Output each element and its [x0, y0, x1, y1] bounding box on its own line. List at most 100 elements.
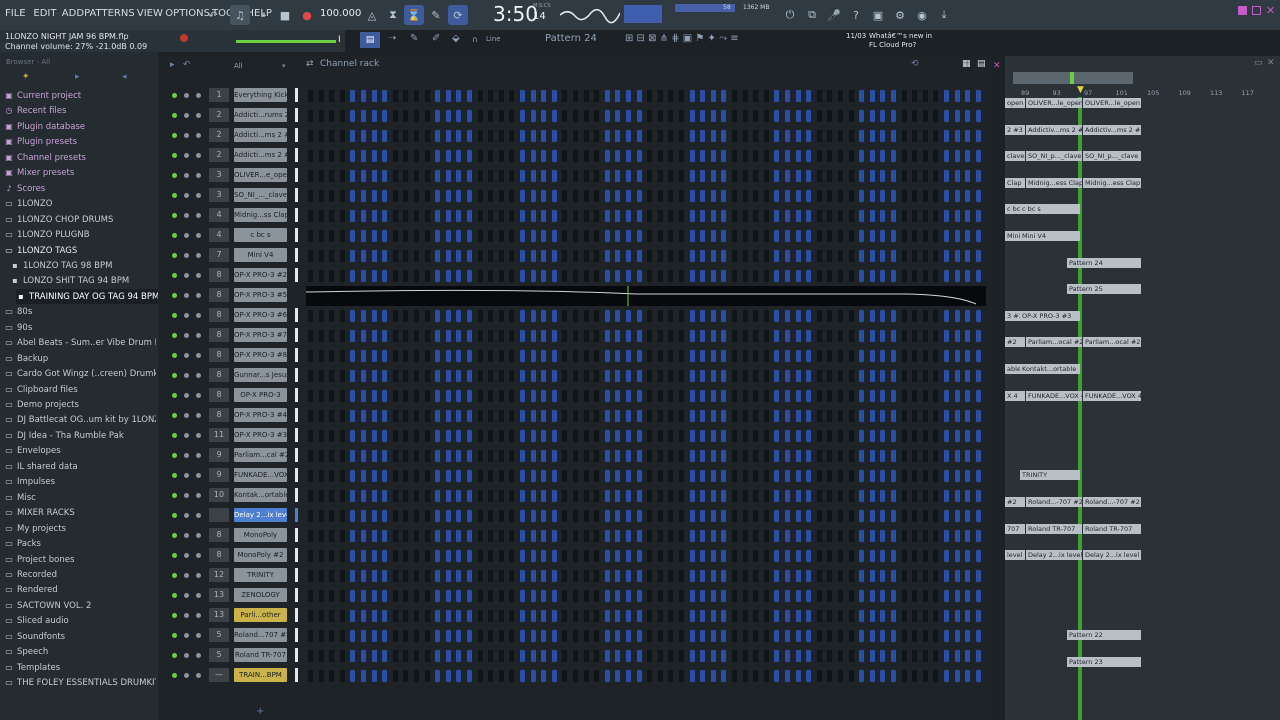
- step-button[interactable]: [403, 330, 409, 342]
- step-button[interactable]: [371, 650, 377, 662]
- step-button[interactable]: [626, 570, 631, 582]
- step-button[interactable]: [551, 230, 557, 242]
- step-button[interactable]: [657, 370, 663, 382]
- step-button[interactable]: [753, 190, 759, 202]
- step-button[interactable]: [753, 170, 759, 182]
- step-button[interactable]: [594, 470, 600, 482]
- step-button[interactable]: [573, 330, 578, 342]
- step-button[interactable]: [371, 590, 377, 602]
- step-button[interactable]: [785, 430, 790, 442]
- channel-mute-led[interactable]: [172, 193, 177, 198]
- step-button[interactable]: [403, 310, 409, 322]
- step-button[interactable]: [562, 90, 568, 102]
- step-button[interactable]: [530, 550, 536, 562]
- step-button[interactable]: [668, 110, 674, 122]
- step-button[interactable]: [975, 530, 981, 542]
- loop-record-icon[interactable]: ⟳: [448, 5, 468, 25]
- step-button[interactable]: [382, 450, 388, 462]
- step-button[interactable]: [361, 510, 366, 522]
- step-button[interactable]: [594, 450, 600, 462]
- step-button[interactable]: [488, 470, 494, 482]
- rack-undo-icon[interactable]: ↶: [183, 60, 191, 70]
- step-button[interactable]: [445, 670, 451, 682]
- rack-options-icon[interactable]: ▸: [170, 60, 175, 70]
- step-button[interactable]: [615, 670, 621, 682]
- step-button[interactable]: [435, 610, 441, 622]
- step-button[interactable]: [361, 270, 366, 282]
- step-button[interactable]: [456, 670, 462, 682]
- step-button[interactable]: [604, 310, 610, 322]
- step-button[interactable]: [530, 350, 536, 362]
- step-button[interactable]: [477, 90, 483, 102]
- channel-pan-knob[interactable]: [184, 453, 189, 458]
- step-button[interactable]: [573, 590, 578, 602]
- channel-select-bar[interactable]: [295, 608, 298, 622]
- step-button[interactable]: [414, 190, 419, 202]
- step-button[interactable]: [467, 270, 472, 282]
- step-button[interactable]: [753, 510, 759, 522]
- step-button[interactable]: [933, 330, 939, 342]
- step-button[interactable]: [838, 570, 843, 582]
- step-button[interactable]: [382, 90, 388, 102]
- step-button[interactable]: [975, 170, 981, 182]
- step-button[interactable]: [753, 430, 759, 442]
- step-button[interactable]: [859, 510, 865, 522]
- step-button[interactable]: [456, 430, 462, 442]
- step-button[interactable]: [520, 650, 525, 662]
- step-button[interactable]: [763, 250, 769, 262]
- browser-item[interactable]: ▭ Misc: [4, 490, 156, 505]
- step-button[interactable]: [795, 230, 801, 242]
- step-button[interactable]: [975, 330, 981, 342]
- step-button[interactable]: [763, 90, 769, 102]
- step-button[interactable]: [615, 270, 621, 282]
- step-button[interactable]: [318, 650, 324, 662]
- step-button[interactable]: [838, 610, 843, 622]
- step-button[interactable]: [901, 270, 907, 282]
- step-button[interactable]: [689, 670, 695, 682]
- step-button[interactable]: [626, 670, 631, 682]
- step-button[interactable]: [657, 470, 663, 482]
- step-button[interactable]: [933, 270, 939, 282]
- step-button[interactable]: [753, 470, 759, 482]
- step-button[interactable]: [710, 510, 716, 522]
- step-button[interactable]: [689, 350, 695, 362]
- step-button[interactable]: [339, 510, 345, 522]
- step-button[interactable]: [435, 210, 441, 222]
- step-button[interactable]: [371, 570, 377, 582]
- step-button[interactable]: [339, 150, 345, 162]
- step-button[interactable]: [732, 650, 737, 662]
- step-button[interactable]: [530, 430, 536, 442]
- step-button[interactable]: [371, 610, 377, 622]
- step-button[interactable]: [901, 490, 907, 502]
- step-button[interactable]: [392, 670, 398, 682]
- step-button[interactable]: [859, 470, 865, 482]
- step-button[interactable]: [647, 150, 653, 162]
- channel-mute-led[interactable]: [172, 233, 177, 238]
- step-button[interactable]: [848, 470, 854, 482]
- step-button[interactable]: [573, 430, 578, 442]
- step-button[interactable]: [562, 110, 568, 122]
- step-button[interactable]: [838, 310, 843, 322]
- step-button[interactable]: [509, 210, 515, 222]
- step-button[interactable]: [827, 330, 833, 342]
- step-button[interactable]: [382, 370, 388, 382]
- step-button[interactable]: [816, 230, 822, 242]
- step-button[interactable]: [891, 570, 896, 582]
- step-button[interactable]: [668, 630, 674, 642]
- step-button[interactable]: [520, 630, 525, 642]
- pattern-selector[interactable]: Pattern 24: [545, 33, 615, 47]
- step-button[interactable]: [509, 610, 515, 622]
- step-button[interactable]: [594, 150, 600, 162]
- step-button[interactable]: [435, 130, 441, 142]
- step-button[interactable]: [488, 210, 494, 222]
- step-button[interactable]: [785, 550, 790, 562]
- step-button[interactable]: [350, 410, 356, 422]
- step-button[interactable]: [467, 250, 472, 262]
- step-button[interactable]: [308, 650, 313, 662]
- record-button[interactable]: ●: [297, 5, 317, 25]
- step-button[interactable]: [922, 550, 928, 562]
- step-button[interactable]: [647, 510, 653, 522]
- step-button[interactable]: [975, 150, 981, 162]
- browser-item[interactable]: ▣ Channel presets: [4, 150, 156, 165]
- step-button[interactable]: [424, 610, 430, 622]
